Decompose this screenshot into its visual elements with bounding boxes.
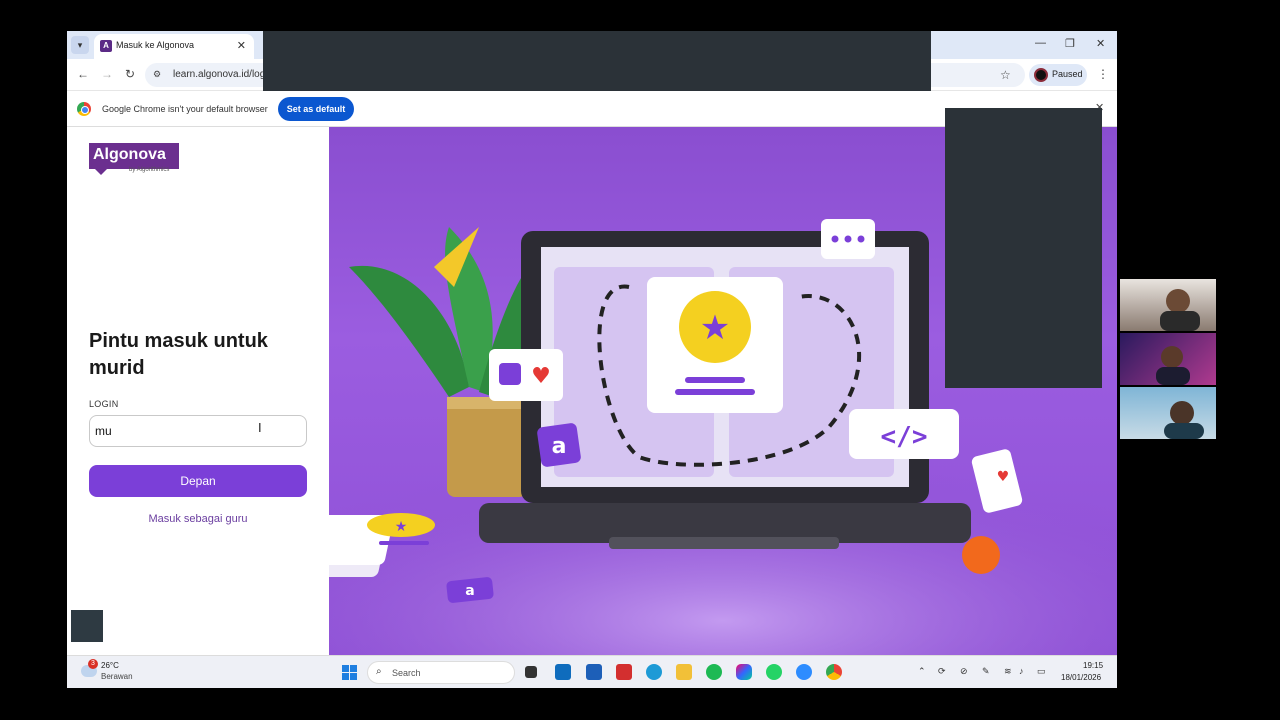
obscured-region-right — [945, 108, 1102, 388]
url-text: learn.algonova.id/log — [173, 69, 266, 80]
login-input[interactable] — [89, 415, 307, 447]
tab-title: Masuk ke Algonova — [116, 40, 195, 50]
svg-text:♥: ♥ — [997, 469, 1010, 485]
login-panel: Algonova by Algorithmics Pintu masuk unt… — [67, 127, 329, 655]
wifi-icon[interactable]: ≋ — [1004, 666, 1012, 677]
search-label: Search — [392, 668, 421, 678]
weather-badge: 3 — [88, 659, 98, 669]
svg-text:a: a — [465, 583, 474, 599]
weather-condition[interactable]: Berawan — [101, 672, 133, 681]
app-icon[interactable] — [586, 664, 602, 680]
svg-text:★: ★ — [700, 308, 730, 348]
participant-video-1 — [1120, 279, 1216, 331]
site-settings-icon[interactable]: ⚙ — [153, 69, 161, 80]
chrome-logo-icon — [77, 102, 91, 116]
taskbar-search[interactable]: ⌕ Search — [367, 661, 515, 684]
whatsapp-icon[interactable] — [766, 664, 782, 680]
svg-text:★: ★ — [395, 519, 408, 535]
spotify-icon[interactable] — [706, 664, 722, 680]
tab-search-button[interactable]: ▾ — [71, 36, 89, 54]
windows-taskbar: 3 26°C Berawan ⌕ Search ⌃ ⟳ ⊘ ✎ ≋ ♪ ▭ 19… — [67, 655, 1117, 688]
logo-subtitle: by Algorithmics — [129, 167, 170, 173]
globe-heart-card-icon: ♥ — [489, 349, 563, 401]
store-icon[interactable] — [555, 664, 571, 680]
svg-text:♥: ♥ — [531, 364, 551, 389]
profile-status: Paused — [1052, 69, 1083, 79]
more-menu-icon[interactable]: ⋮ — [1097, 67, 1109, 81]
task-view-icon[interactable] — [525, 666, 537, 678]
back-icon[interactable]: ← — [77, 67, 89, 81]
tray-overflow-icon[interactable]: ⌃ — [918, 666, 926, 677]
pen-icon[interactable]: ✎ — [982, 666, 990, 677]
algonova-logo: Algonova — [89, 143, 179, 175]
file-explorer-icon[interactable] — [676, 664, 692, 680]
clock-time[interactable]: 19:15 — [1083, 661, 1103, 670]
browser-tab[interactable]: A Masuk ke Algonova ✕ — [94, 34, 254, 59]
teacher-login-link[interactable]: Masuk sebagai guru — [89, 513, 307, 525]
page-title: Pintu masuk untuk murid — [89, 330, 268, 379]
pdf-reader-icon[interactable] — [616, 664, 632, 680]
bookmark-star-icon[interactable]: ☆ — [1000, 68, 1011, 82]
reload-icon[interactable]: ↻ — [125, 67, 135, 81]
volume-icon[interactable]: ♪ — [1019, 666, 1024, 676]
algonova-favicon-icon: A — [100, 40, 112, 52]
obscured-thumbnail — [71, 610, 103, 642]
participant-video-2 — [1120, 333, 1216, 385]
text-cursor-icon: I — [258, 420, 262, 435]
clock-date[interactable]: 18/01/2026 — [1061, 673, 1101, 682]
svg-text:</>: </> — [881, 422, 928, 452]
minimize-icon[interactable]: — — [1035, 37, 1046, 49]
profile-avatar — [1034, 68, 1048, 82]
restore-icon[interactable]: ❐ — [1065, 37, 1075, 50]
search-icon: ⌕ — [376, 666, 382, 677]
windows-start-icon[interactable] — [342, 665, 357, 680]
submit-button[interactable]: Depan — [89, 465, 307, 497]
svg-text:a: a — [552, 434, 567, 459]
set-default-button[interactable]: Set as default — [278, 97, 354, 121]
close-window-icon[interactable]: ✕ — [1096, 37, 1105, 50]
battery-icon[interactable]: ▭ — [1037, 666, 1046, 677]
participant-avatar-icon — [1156, 346, 1190, 385]
profile-button[interactable]: Paused — [1029, 64, 1087, 86]
edge-icon[interactable] — [646, 664, 662, 680]
weather-temperature[interactable]: 26°C — [101, 661, 119, 670]
tab-close-icon[interactable]: ✕ — [237, 39, 246, 52]
code-card-icon: </> — [849, 409, 959, 459]
orange-ball-icon — [962, 536, 1000, 574]
infobar-message: Google Chrome isn't your default browser — [102, 104, 268, 114]
copilot-icon[interactable] — [736, 664, 752, 680]
participant-avatar-icon — [1164, 401, 1204, 439]
forward-icon[interactable]: → — [101, 67, 113, 81]
zoom-icon[interactable] — [796, 664, 812, 680]
letter-a-badge-icon: a — [537, 423, 581, 467]
browser-window: ▾ A Masuk ke Algonova ✕ — ❐ ✕ ← → ↻ ⚙ le… — [67, 31, 1117, 688]
participant-video-3 — [1120, 387, 1216, 439]
sync-icon[interactable]: ⟳ — [938, 666, 946, 677]
participant-avatar-icon — [1160, 289, 1200, 331]
obscured-region-top — [263, 31, 931, 91]
chat-bubble-icon — [821, 219, 875, 259]
chrome-taskbar-icon[interactable] — [826, 664, 842, 680]
login-field-label: LOGIN — [89, 399, 119, 409]
network-off-icon[interactable]: ⊘ — [960, 666, 968, 677]
